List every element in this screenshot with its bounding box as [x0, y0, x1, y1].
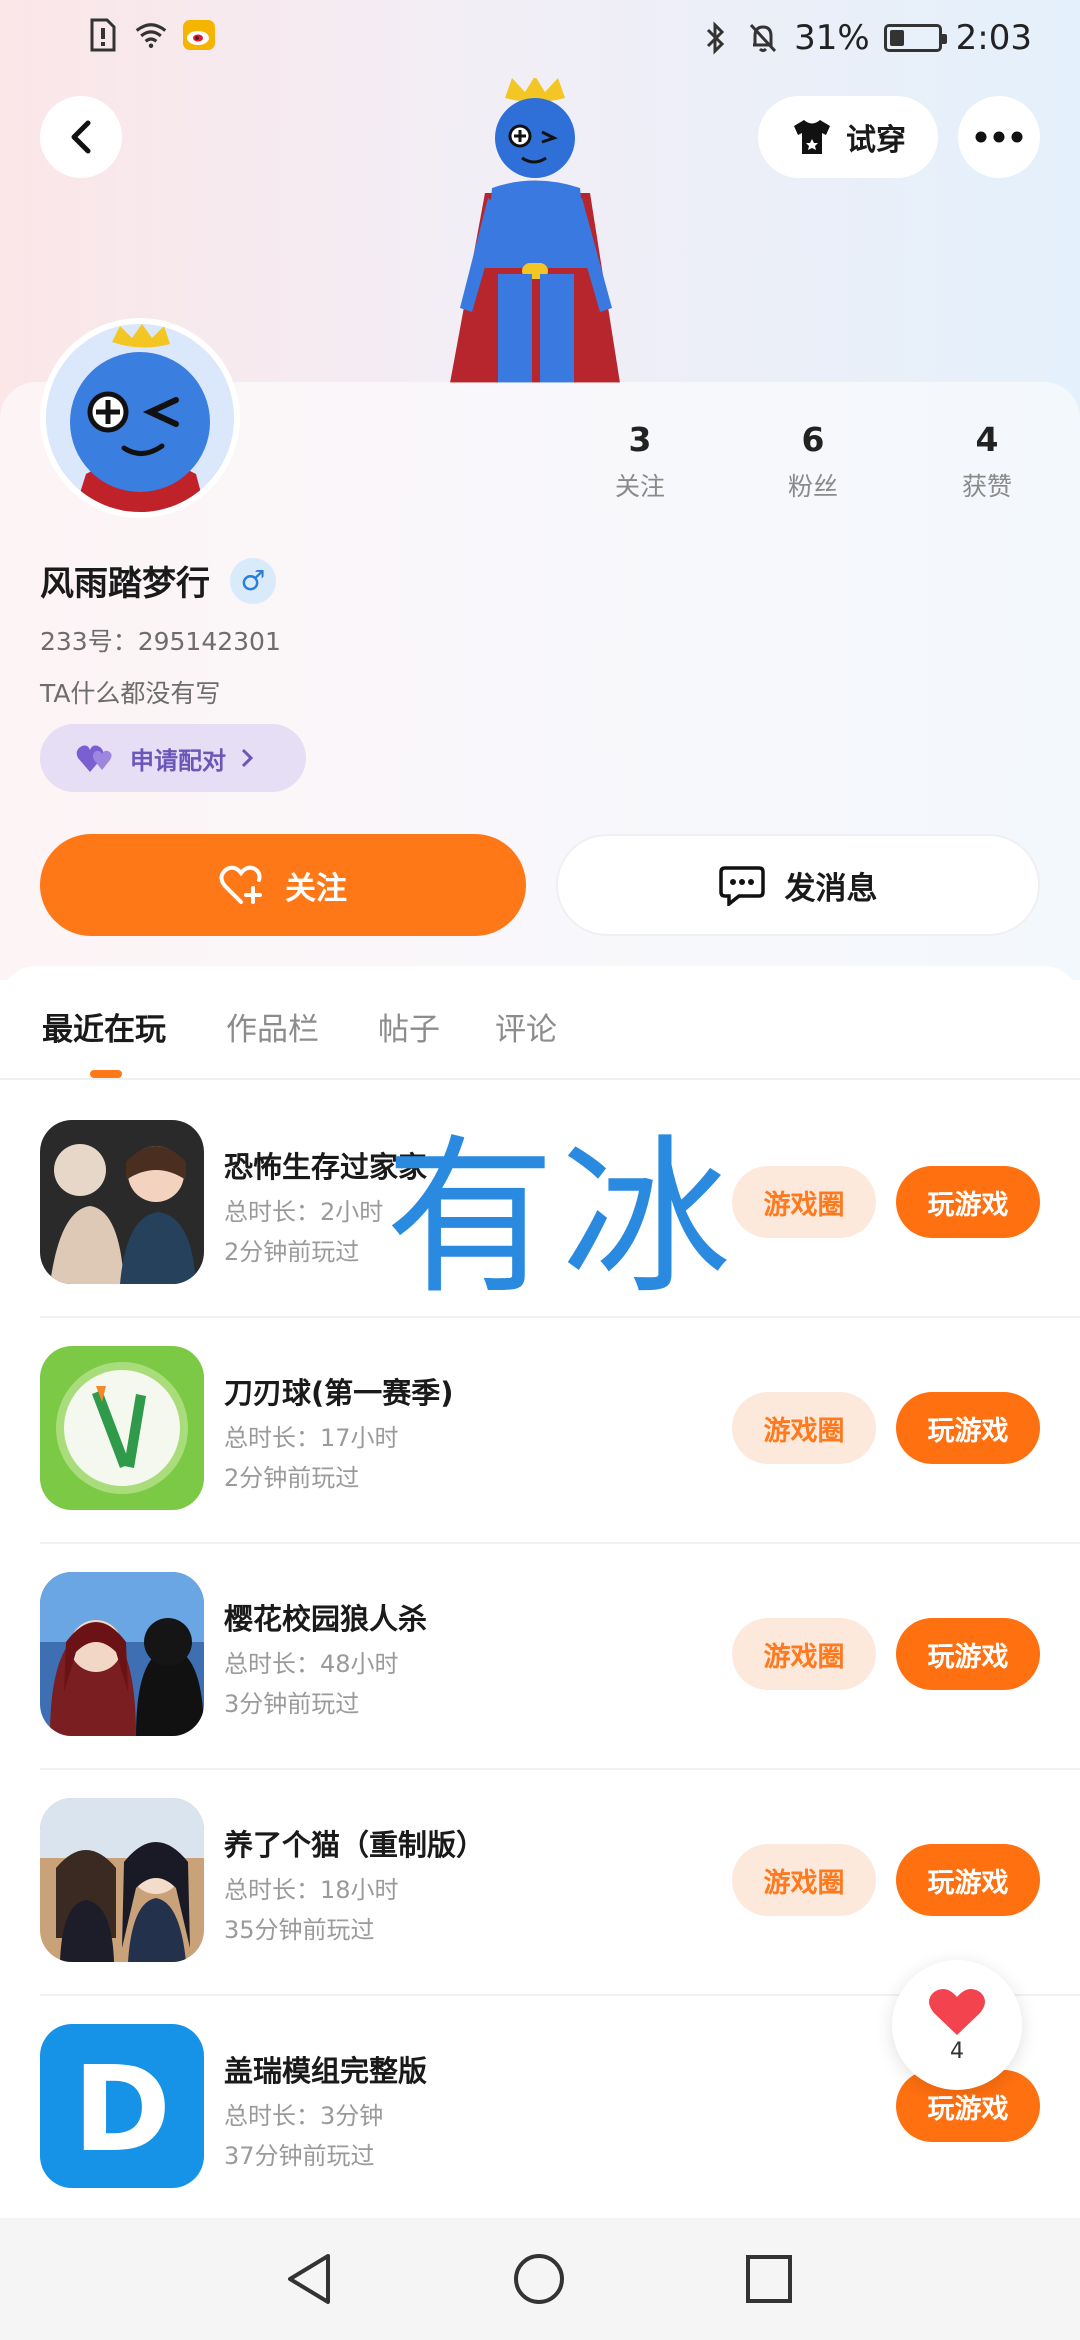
follow-label: 关注 [285, 870, 347, 907]
more-options-button[interactable] [958, 96, 1040, 178]
status-bar: 31% 2:03 [0, 0, 1080, 80]
try-on-button[interactable]: 试穿 [758, 96, 938, 178]
game-duration: 总时长：48小时 [224, 1650, 399, 1678]
game-title: 樱花校园狼人杀 [224, 1602, 428, 1636]
request-pairing-label: 申请配对 [130, 746, 226, 775]
game-duration: 总时长：17小时 [224, 1424, 399, 1452]
game-last-played: 3分钟前玩过 [224, 1690, 360, 1718]
clock: 2:03 [955, 18, 1032, 58]
game-icon-horror-survival[interactable] [40, 1120, 204, 1284]
stat-likes-count: 4 [975, 420, 999, 459]
try-on-label: 试穿 [846, 123, 906, 158]
game-duration: 总时长：2小时 [224, 1198, 384, 1226]
heart-plus-icon [219, 865, 262, 904]
game-last-played: 35分钟前玩过 [224, 1916, 375, 1944]
system-navigation-bar [0, 2218, 1080, 2340]
tab-posts[interactable]: 帖子 [378, 1004, 440, 1049]
list-item[interactable]: 刀刃球(第一赛季) 总时长：17小时 2分钟前玩过 游戏圈 玩游戏 [0, 1346, 1080, 1572]
game-duration: 总时长：3分钟 [224, 2102, 384, 2130]
user-bio: TA什么都没有写 [40, 679, 221, 708]
nav-back-icon[interactable] [284, 2252, 334, 2306]
tab-active-indicator [90, 1070, 122, 1078]
bluetooth-icon [698, 21, 732, 55]
sim-alert-icon [86, 18, 120, 52]
request-pairing-button[interactable]: 申请配对 [40, 724, 306, 792]
stat-followers-count: 6 [801, 420, 825, 459]
like-count: 4 [950, 2038, 964, 2064]
game-duration: 总时长：18小时 [224, 1876, 399, 1904]
play-game-button[interactable]: 玩游戏 [896, 1618, 1040, 1690]
mute-bell-icon [746, 21, 780, 55]
send-message-button[interactable]: 发消息 [556, 834, 1040, 936]
profile-stats: 3 关注 6 粉丝 4 获赞 [540, 420, 1080, 510]
game-icon-blade-ball[interactable] [40, 1346, 204, 1510]
name-row: 风雨踏梦行 ♂ [40, 556, 276, 605]
wifi-icon [134, 18, 168, 52]
chat-bubble-icon [718, 866, 765, 906]
back-button[interactable] [40, 96, 122, 178]
game-last-played: 2分钟前玩过 [224, 1464, 360, 1492]
battery-icon [883, 24, 947, 52]
list-divider [40, 1768, 1080, 1770]
game-circle-button[interactable]: 游戏圈 [732, 1844, 876, 1916]
game-circle-button[interactable]: 游戏圈 [732, 1618, 876, 1690]
list-divider [40, 1542, 1080, 1544]
game-last-played: 2分钟前玩过 [224, 1238, 360, 1266]
nav-home-icon[interactable] [512, 2252, 566, 2306]
list-item[interactable]: 樱花校园狼人杀 总时长：48小时 3分钟前玩过 游戏圈 玩游戏 [0, 1572, 1080, 1798]
battery-percent: 31% [794, 18, 870, 58]
play-game-button[interactable]: 玩游戏 [896, 1166, 1040, 1238]
chevron-left-icon [71, 120, 91, 154]
game-title: 刀刃球(第一赛季) [224, 1376, 454, 1410]
game-icon-cat-remake[interactable] [40, 1798, 204, 1962]
game-title: 盖瑞模组完整版 [224, 2054, 428, 2088]
double-heart-icon [76, 745, 112, 772]
game-circle-button[interactable]: 游戏圈 [732, 1166, 876, 1238]
svg-text:D: D [73, 2040, 171, 2178]
tab-recently-played[interactable]: 最近在玩 [42, 1004, 166, 1049]
user-name: 风雨踏梦行 [40, 564, 210, 604]
heart-icon [929, 1988, 985, 2035]
stat-likes-label: 获赞 [961, 472, 1012, 501]
game-title: 养了个猫（重制版） [224, 1828, 486, 1862]
tab-comments[interactable]: 评论 [495, 1004, 557, 1049]
play-game-button[interactable]: 玩游戏 [896, 1392, 1040, 1464]
stat-followers-label: 粉丝 [787, 472, 838, 501]
avatar-character-illustration[interactable] [430, 76, 640, 383]
play-game-button[interactable]: 玩游戏 [896, 1844, 1040, 1916]
floating-like-button[interactable]: 4 [892, 1960, 1022, 2090]
male-gender-icon: ♂ [230, 557, 276, 604]
watermark-text: 有冰 [385, 1120, 738, 1318]
stat-following[interactable]: 3 关注 [570, 420, 710, 503]
avatar[interactable] [40, 318, 240, 518]
battery-fill [889, 30, 904, 46]
follow-button[interactable]: 关注 [40, 834, 526, 936]
stat-followers[interactable]: 6 粉丝 [743, 420, 883, 503]
user-id: 233号：295142301 [40, 627, 281, 656]
tab-works[interactable]: 作品栏 [226, 1004, 319, 1049]
stat-likes[interactable]: 4 获赞 [917, 420, 1057, 503]
stat-following-label: 关注 [614, 472, 665, 501]
game-icon-sakura-werewolf[interactable] [40, 1572, 204, 1736]
game-circle-button[interactable]: 游戏圈 [732, 1392, 876, 1464]
more-dots-icon [975, 131, 1023, 143]
game-icon-garrys-mod[interactable]: D [40, 2024, 204, 2188]
weibo-icon [182, 18, 216, 52]
tshirt-icon [794, 120, 830, 154]
send-message-label: 发消息 [784, 870, 878, 907]
stat-following-count: 3 [628, 420, 652, 459]
chevron-right-icon [241, 748, 254, 768]
nav-recents-icon[interactable] [744, 2252, 794, 2306]
game-last-played: 37分钟前玩过 [224, 2142, 375, 2170]
